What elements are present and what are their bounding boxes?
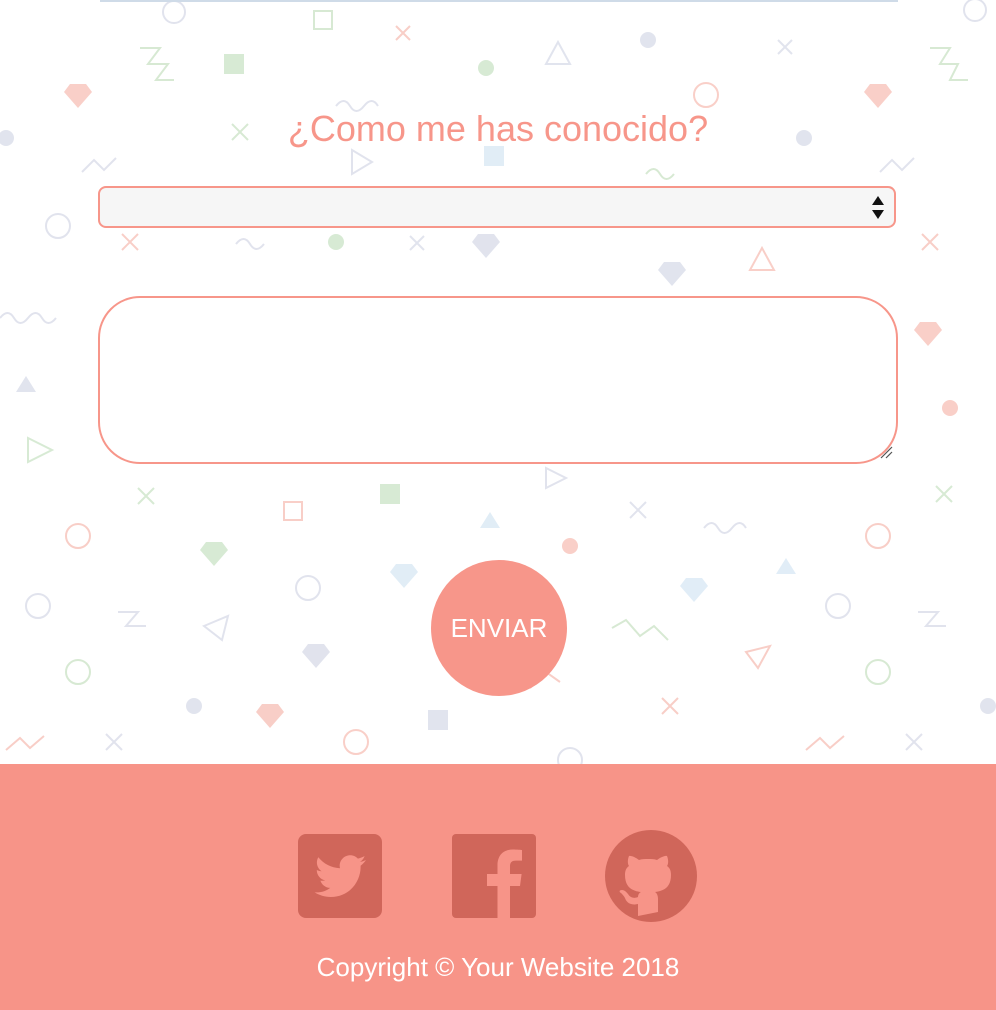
message-textarea[interactable] xyxy=(98,296,898,464)
facebook-icon[interactable] xyxy=(452,834,536,918)
top-divider xyxy=(100,0,898,2)
how-found-heading: ¿Como me has conocido? xyxy=(287,108,709,149)
select-arrows-icon xyxy=(872,196,884,219)
github-icon[interactable] xyxy=(605,830,697,922)
submit-button[interactable]: ENVIAR xyxy=(431,560,567,696)
twitter-icon[interactable] xyxy=(298,834,382,918)
resize-handle-icon[interactable] xyxy=(878,444,894,460)
copyright-text: Copyright © Your Website 2018 xyxy=(316,952,680,982)
footer: Copyright © Your Website 2018 xyxy=(0,764,996,1010)
referral-select[interactable] xyxy=(98,186,896,228)
